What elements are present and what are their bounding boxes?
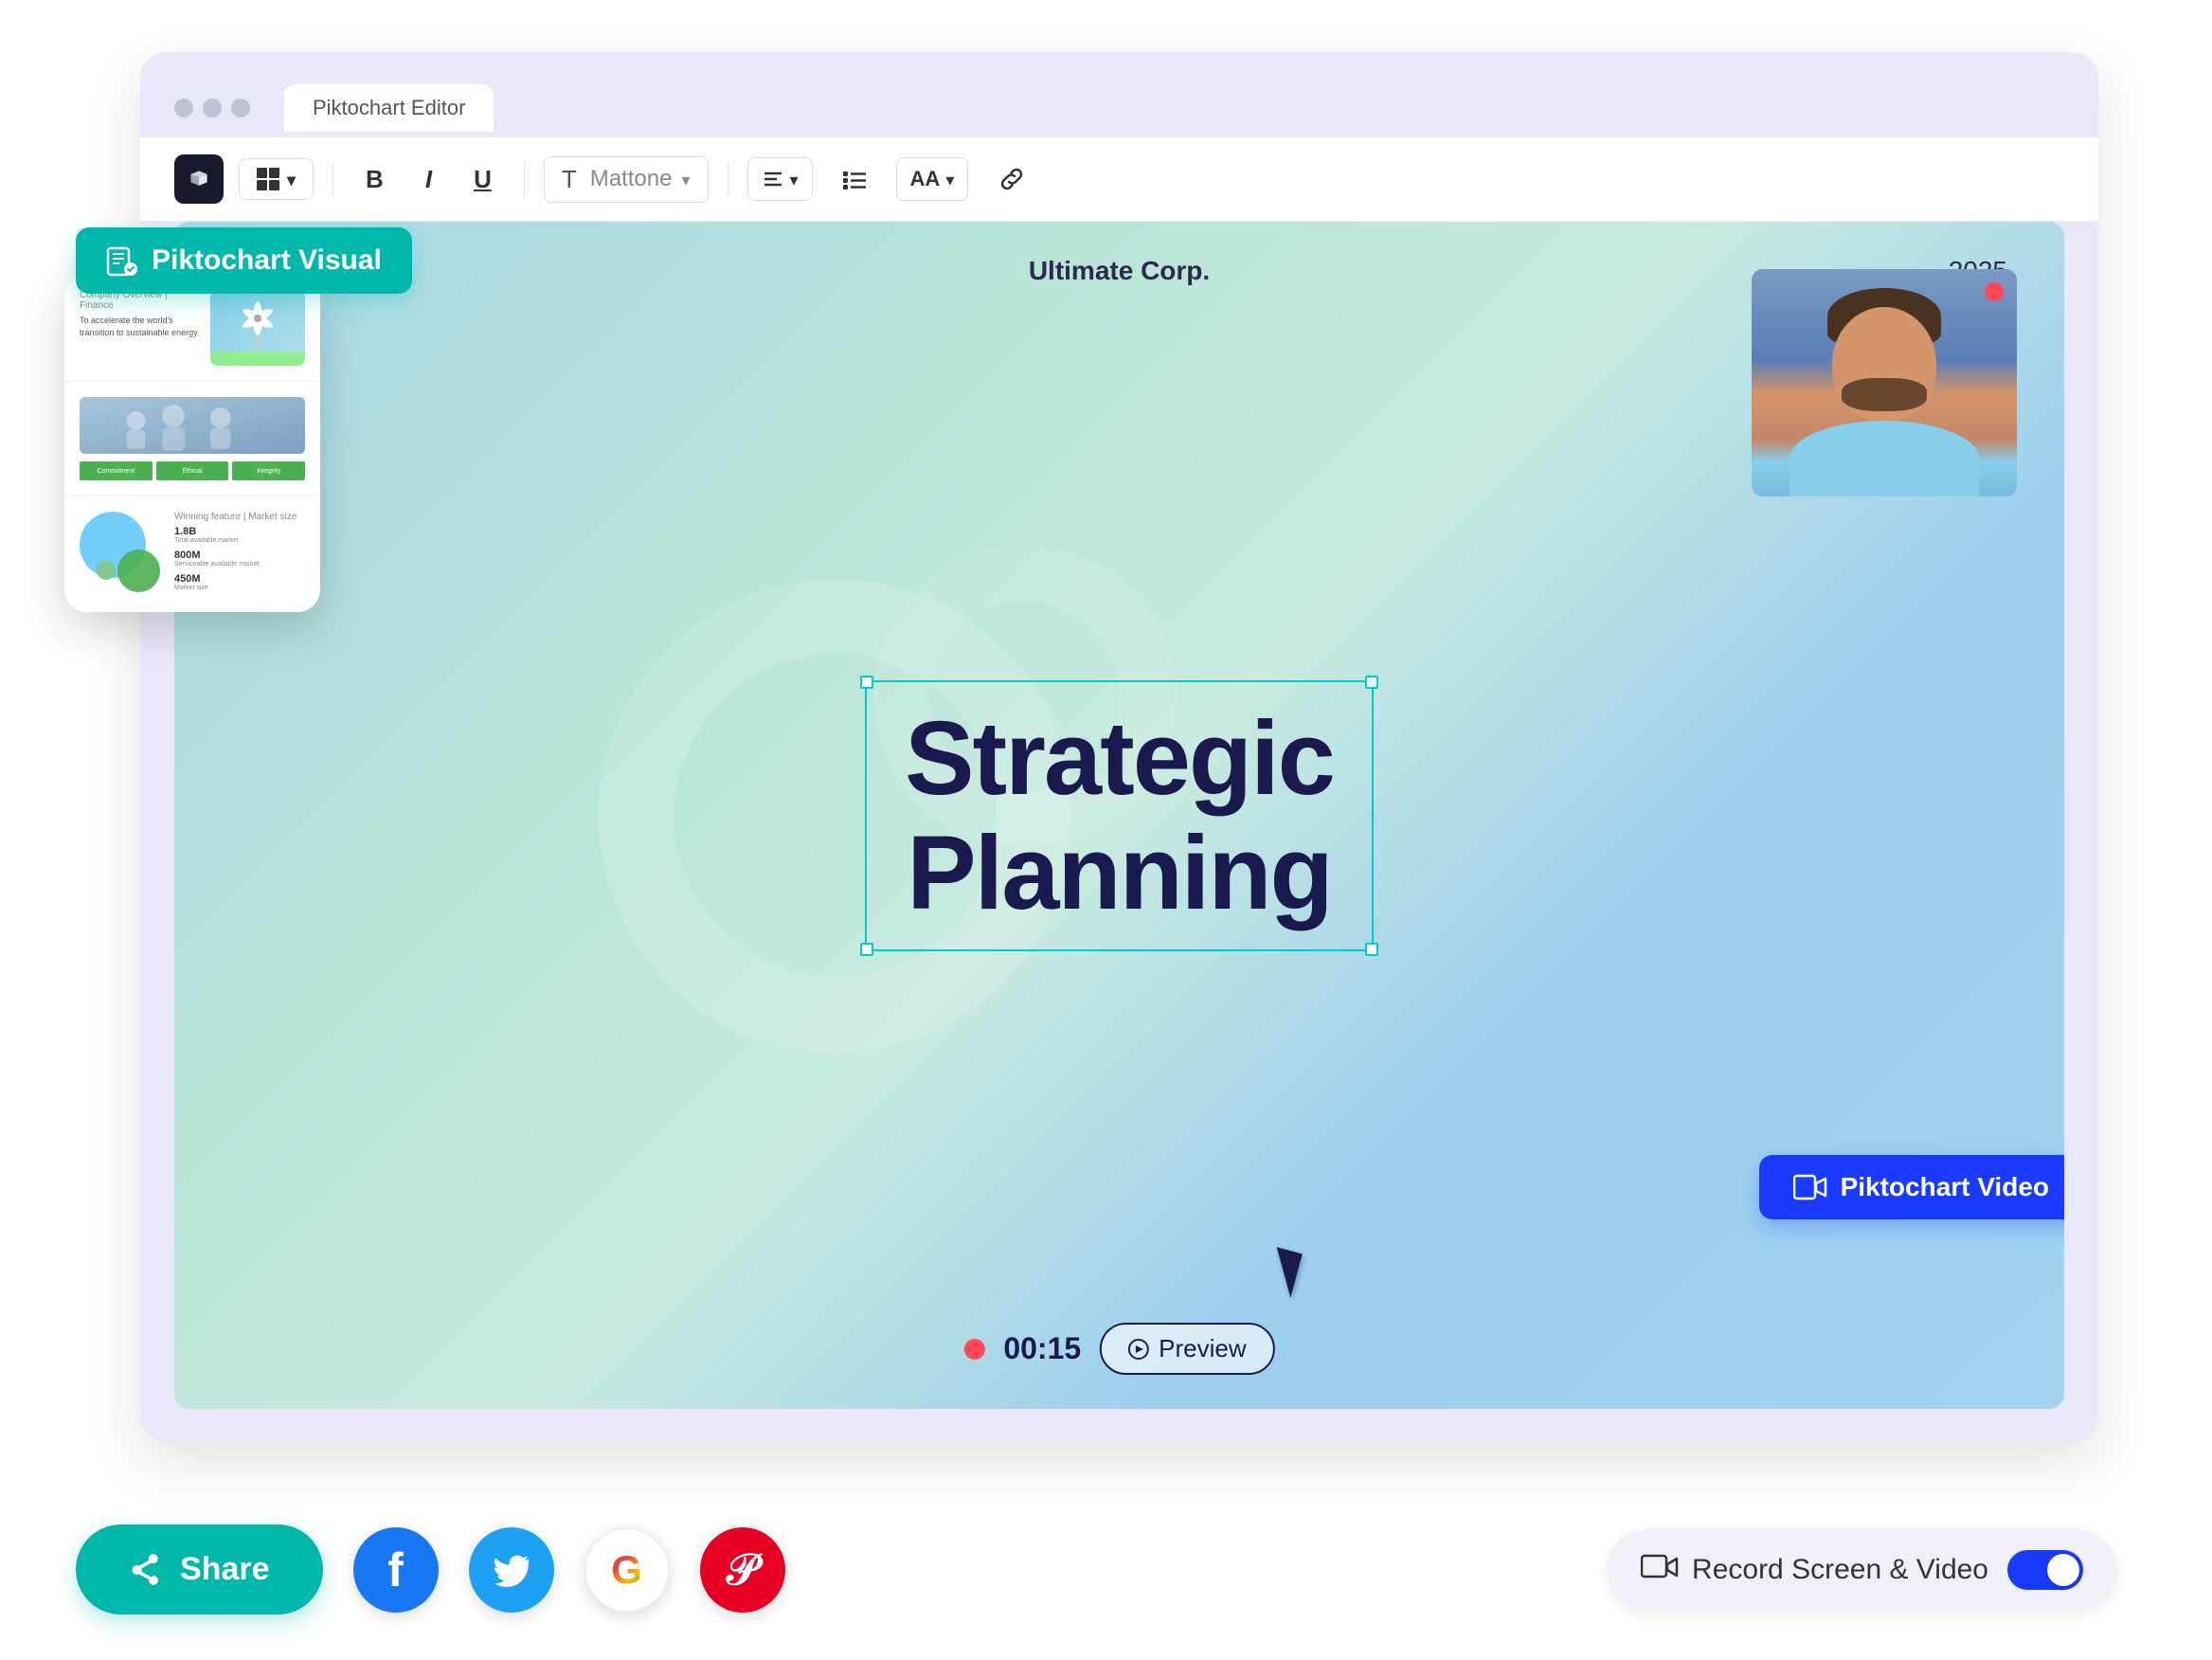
bubble-3 (97, 561, 116, 580)
toolbar: B I U T Mattone (140, 137, 2098, 222)
browser-tab[interactable]: Piktochart Editor (284, 84, 494, 132)
share-button[interactable]: Share (76, 1525, 323, 1615)
chart-desc-1: Total available market (174, 537, 239, 544)
browser-dot-2[interactable] (203, 99, 222, 117)
fontsize-button[interactable]: AA (896, 157, 969, 201)
rec-time: 00:15 (1003, 1331, 1081, 1366)
browser-dots (174, 99, 250, 117)
list-button[interactable] (828, 156, 881, 202)
facebook-icon: f (387, 1543, 404, 1597)
chart-val-3: 450M (174, 573, 208, 585)
block-ethical: Ethical (156, 461, 229, 480)
record-container: Record Screen & Video (1607, 1529, 2117, 1611)
font-name-label: Mattone (590, 166, 673, 192)
link-button[interactable] (983, 154, 1040, 204)
cursor-arrow (1265, 1247, 1302, 1298)
google-icon: G (611, 1547, 642, 1593)
pinterest-button[interactable]: 𝒫 (700, 1527, 785, 1613)
chart-row-1: 1.8B Total available market (174, 526, 305, 544)
logo-button[interactable] (174, 154, 224, 204)
handle-br[interactable] (1365, 943, 1378, 956)
separator-2 (524, 162, 525, 196)
chart-row-3: 450M Market size (174, 573, 305, 591)
selected-text-box[interactable]: Strategic Planning (865, 680, 1374, 951)
fontsize-label: AA (910, 167, 941, 191)
bubble-chart (80, 512, 165, 597)
phone-slide-1-body: To accelerate the world's transition to … (80, 315, 201, 338)
twitter-button[interactable] (469, 1527, 554, 1613)
chart-val-1: 1.8B (174, 526, 239, 537)
chart-row-2: 800M Serviceable available market (174, 550, 305, 568)
slide-main-text: Strategic Planning (905, 701, 1334, 930)
phone-slide-1-image (210, 290, 305, 366)
phone-slide-2: Commitment Ethical Integrity (64, 382, 320, 496)
italic-button[interactable]: I (412, 155, 445, 204)
chart-val-2: 800M (174, 550, 260, 561)
record-text: Record Screen & Video (1692, 1554, 1988, 1586)
scene: Piktochart Editor (0, 0, 2212, 1660)
pattern-chevron (287, 167, 296, 191)
bold-button[interactable]: B (352, 155, 397, 204)
webcam-rec-dot (1985, 282, 2004, 301)
chart-labels: Winning feature | Market size 1.8B Total… (174, 512, 305, 597)
webcam-person (1752, 269, 2017, 496)
toggle-switch[interactable] (2007, 1550, 2083, 1590)
piktochart-video-badge: Piktochart Video (1759, 1155, 2064, 1219)
font-selector[interactable]: T Mattone (544, 156, 709, 203)
phone-slide-2-image (80, 397, 305, 454)
slide-background: Ultimate Corp. 2025 Strategic Planning (174, 222, 2064, 1409)
google-button[interactable]: G (584, 1527, 670, 1613)
canvas-area: Ultimate Corp. 2025 Strategic Planning (174, 222, 2064, 1409)
chart-desc-3: Market size (174, 585, 208, 591)
pattern-button[interactable] (239, 158, 314, 200)
handle-tr[interactable] (1365, 676, 1378, 689)
font-chevron (681, 166, 690, 192)
bottom-section: Share f G 𝒫 Record Scre (76, 1525, 2117, 1615)
record-screen-icon (1641, 1553, 1679, 1587)
underline-button[interactable]: U (460, 155, 505, 204)
handle-tl[interactable] (860, 676, 873, 689)
slide-company: Ultimate Corp. (1029, 256, 1210, 286)
phone-slides: Company Overview | Finance To accelerate… (64, 275, 320, 612)
recording-bar: 00:15 Preview (963, 1323, 1274, 1375)
block-commitment: Commitment (80, 461, 153, 480)
rec-dot (963, 1339, 984, 1360)
block-integrity: Integrity (232, 461, 305, 480)
chart-desc-2: Serviceable available market (174, 561, 260, 568)
bubble-2 (117, 550, 160, 592)
phone-slide-1-text: Company Overview | Finance To accelerate… (80, 290, 201, 338)
align-chevron (790, 166, 799, 192)
toggle-knob (2047, 1554, 2079, 1586)
handle-bl[interactable] (860, 943, 873, 956)
video-badge-label: Piktochart Video (1841, 1172, 2049, 1202)
record-label: Record Screen & Video (1641, 1553, 1988, 1587)
browser-dot-3[interactable] (231, 99, 250, 117)
phone-slide-3: Winning feature | Market size 1.8B Total… (64, 496, 320, 612)
share-label: Share (180, 1551, 270, 1588)
text-icon: T (562, 165, 577, 194)
phone-mockup: Company Overview | Finance To accelerate… (64, 275, 320, 612)
align-button[interactable] (747, 157, 813, 201)
browser-window: Piktochart Editor (140, 52, 2098, 1442)
piktochart-visual-badge: Piktochart Visual (76, 227, 412, 294)
twitter-icon (491, 1549, 532, 1591)
facebook-button[interactable]: f (353, 1527, 439, 1613)
webcam-overlay (1752, 269, 2017, 496)
preview-button[interactable]: Preview (1100, 1323, 1274, 1375)
phone-slide-3-label: Winning feature | Market size (174, 512, 305, 522)
fontsize-chevron (945, 166, 954, 192)
pinterest-icon: 𝒫 (727, 1543, 758, 1597)
phone-slide-2-blocks: Commitment Ethical Integrity (80, 461, 305, 480)
browser-chrome: Piktochart Editor (140, 52, 2098, 137)
visual-badge-label: Piktochart Visual (152, 244, 382, 277)
browser-dot-1[interactable] (174, 99, 193, 117)
